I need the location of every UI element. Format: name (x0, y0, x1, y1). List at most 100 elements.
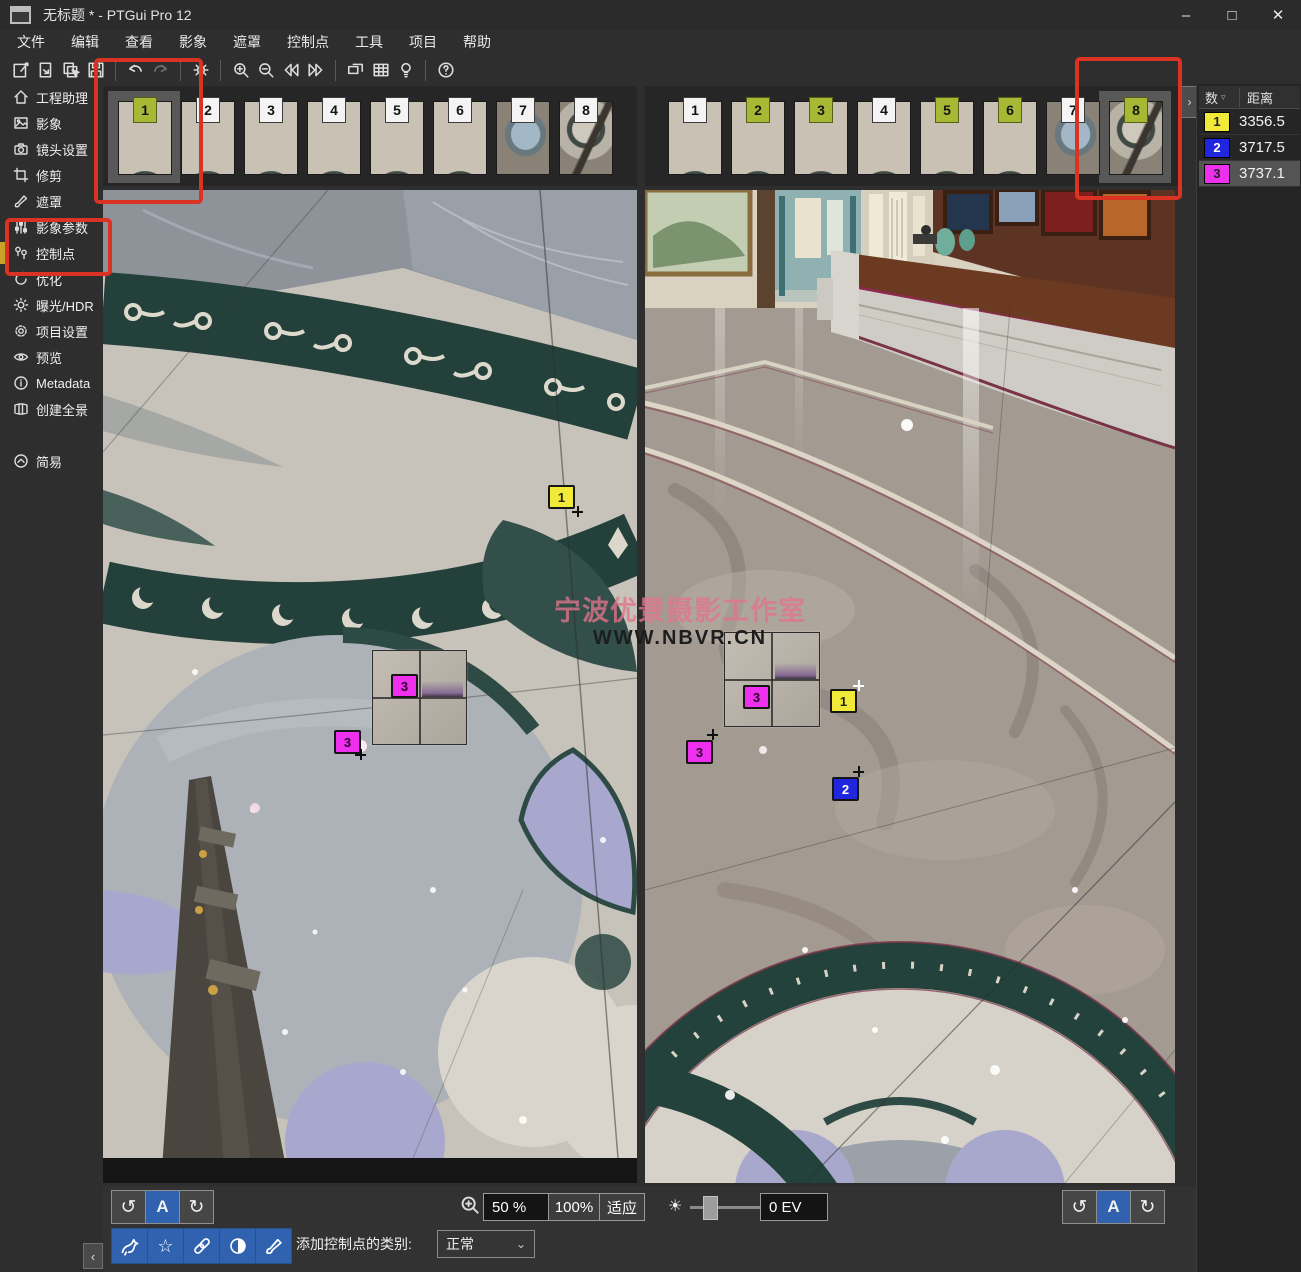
thumbnail-right-3[interactable]: 3 (794, 101, 848, 175)
rotate-ccw-button[interactable]: ↺ (1063, 1191, 1096, 1223)
table-header[interactable]: 数▿ 距离 (1199, 86, 1300, 109)
image-viewer-left[interactable] (103, 190, 637, 1183)
sidebar-item-image-parameters[interactable]: 影象参数 (0, 214, 103, 240)
minimize-button[interactable]: – (1163, 0, 1209, 30)
thumbnail-left-4[interactable]: 4 (307, 101, 361, 175)
ev-value-input[interactable]: 0 EV (760, 1193, 828, 1221)
sidebar-item-images[interactable]: 影象 (0, 110, 103, 136)
thumbnail-left-2[interactable]: 2 (181, 101, 235, 175)
sidebar-item-create-panorama[interactable]: 创建全景 (0, 396, 103, 422)
info-icon (13, 375, 29, 391)
next-pair-icon[interactable] (303, 58, 328, 82)
sidebar-item-preview[interactable]: 预览 (0, 344, 103, 370)
control-point-1-right[interactable]: 1 (830, 689, 857, 713)
save-icon[interactable] (83, 58, 108, 82)
zoom-level-input[interactable]: 50 % (483, 1193, 555, 1221)
brush-tool-button[interactable] (255, 1229, 291, 1263)
redo-icon[interactable] (148, 58, 173, 82)
menu-help[interactable]: 帮助 (450, 30, 504, 54)
sidebar-item-exposure-hdr[interactable]: 曝光/HDR (0, 292, 103, 318)
control-point-3-loupe-left[interactable]: 3 (391, 674, 418, 698)
lamp-icon[interactable] (393, 58, 418, 82)
zoom-100-button[interactable]: 100% (549, 1194, 599, 1220)
right-image-rotate-group: ↺ A ↻ (1062, 1190, 1165, 1224)
maximize-button[interactable]: □ (1209, 0, 1255, 30)
fit-button[interactable]: 适应 (599, 1194, 644, 1220)
cp-color-smear (422, 681, 463, 697)
rotate-cw-button[interactable]: ↻ (1130, 1191, 1164, 1223)
ev-slider-track[interactable] (690, 1206, 761, 1209)
sun-icon (13, 297, 29, 313)
left-image-rotate-group: ↺ A ↻ (111, 1190, 214, 1224)
sidebar-item-mask[interactable]: 遮罩 (0, 188, 103, 214)
auto-cp-kangaroo-button[interactable] (112, 1229, 147, 1263)
ev-slider-handle[interactable] (703, 1196, 718, 1220)
menu-mask[interactable]: 遮罩 (220, 30, 274, 54)
detail-view-icon[interactable] (368, 58, 393, 82)
menu-edit[interactable]: 编辑 (58, 30, 112, 54)
auto-button[interactable]: A (145, 1191, 179, 1223)
sidebar-item-metadata[interactable]: Metadata (0, 370, 103, 396)
sidebar-item-control-points[interactable]: 控制点 (0, 240, 103, 266)
thumbnail-left-5[interactable]: 5 (370, 101, 424, 175)
menu-project[interactable]: 项目 (396, 30, 450, 54)
previous-pair-icon[interactable] (278, 58, 303, 82)
rotate-ccw-button[interactable]: ↺ (112, 1191, 145, 1223)
thumbnail-right-8[interactable]: 8 (1109, 101, 1163, 175)
sidebar-item-crop[interactable]: 修剪 (0, 162, 103, 188)
thumbnail-left-1[interactable]: 1 (118, 101, 172, 175)
cp-type-dropdown[interactable]: 正常 ⌄ (437, 1230, 535, 1258)
undo-icon[interactable] (123, 58, 148, 82)
thumbnail-left-8[interactable]: 8 (559, 101, 613, 175)
open-project-icon[interactable] (33, 58, 58, 82)
help-icon[interactable] (433, 58, 458, 82)
chevron-up-circle-icon (13, 453, 29, 469)
link-images-button[interactable] (183, 1229, 219, 1263)
menu-tools[interactable]: 工具 (342, 30, 396, 54)
menu-images[interactable]: 影象 (166, 30, 220, 54)
zoom-out-icon[interactable] (253, 58, 278, 82)
table-row[interactable]: 1 3356.5 (1199, 109, 1300, 135)
sidebar-item-project-assistant[interactable]: 工程助理 (0, 84, 103, 110)
table-row[interactable]: 2 3717.5 (1199, 135, 1300, 161)
sidebar-item-simple-mode[interactable]: 简易 (0, 448, 103, 474)
menu-view[interactable]: 查看 (112, 30, 166, 54)
thumbnail-strip-right: 1 2 3 4 5 6 7 8 (645, 86, 1183, 186)
sidebar-item-project-settings[interactable]: 项目设置 (0, 318, 103, 344)
menu-control-points[interactable]: 控制点 (274, 30, 342, 54)
duplicate-icon[interactable] (58, 58, 83, 82)
thumbnail-left-6[interactable]: 6 (433, 101, 487, 175)
control-point-3-loupe-right[interactable]: 3 (743, 685, 770, 709)
menu-file[interactable]: 文件 (4, 30, 58, 54)
strip-scroll-left-button[interactable]: ‹ (83, 1243, 103, 1269)
control-point-2-right[interactable]: 2 (832, 777, 859, 801)
highlight-cp-star-button[interactable]: ☆ (147, 1229, 183, 1263)
sidebar-item-lens-settings[interactable]: 镜头设置 (0, 136, 103, 162)
thumbnail-right-7[interactable]: 7 (1046, 101, 1100, 175)
new-project-icon[interactable] (8, 58, 33, 82)
thumbnail-right-6[interactable]: 6 (983, 101, 1037, 175)
thumbnail-right-1[interactable]: 1 (668, 101, 722, 175)
control-point-1-left[interactable]: 1 (548, 485, 575, 509)
table-row-selected[interactable]: 3 3737.1 (1199, 161, 1300, 187)
zoom-in-icon[interactable] (228, 58, 253, 82)
settings-gear-icon[interactable] (188, 58, 213, 82)
close-button[interactable]: ✕ (1255, 0, 1301, 30)
rotate-cw-button[interactable]: ↻ (179, 1191, 213, 1223)
thumbnail-right-4[interactable]: 4 (857, 101, 911, 175)
cp-cross-marker (572, 506, 583, 517)
title-bar: 无标题 * - PTGui Pro 12 – □ ✕ (0, 0, 1301, 30)
thumbnail-left-3[interactable]: 3 (244, 101, 298, 175)
thumbnail-right-5[interactable]: 5 (920, 101, 974, 175)
contrast-toggle-button[interactable] (219, 1229, 255, 1263)
home-icon (13, 89, 29, 105)
cp-cross-marker (707, 729, 718, 740)
thumbnail-left-7[interactable]: 7 (496, 101, 550, 175)
sidebar-item-optimizer[interactable]: 优化 (0, 266, 103, 292)
control-point-3-right[interactable]: 3 (686, 740, 713, 764)
auto-button[interactable]: A (1096, 1191, 1130, 1223)
panorama-editor-icon[interactable] (343, 58, 368, 82)
zoom-magnifier-icon (459, 1194, 481, 1216)
sidebar: 工程助理 影象 镜头设置 修剪 遮罩 影象参数 控制点 优化 曝光/HDR 项目… (0, 84, 103, 1272)
thumbnail-right-2[interactable]: 2 (731, 101, 785, 175)
